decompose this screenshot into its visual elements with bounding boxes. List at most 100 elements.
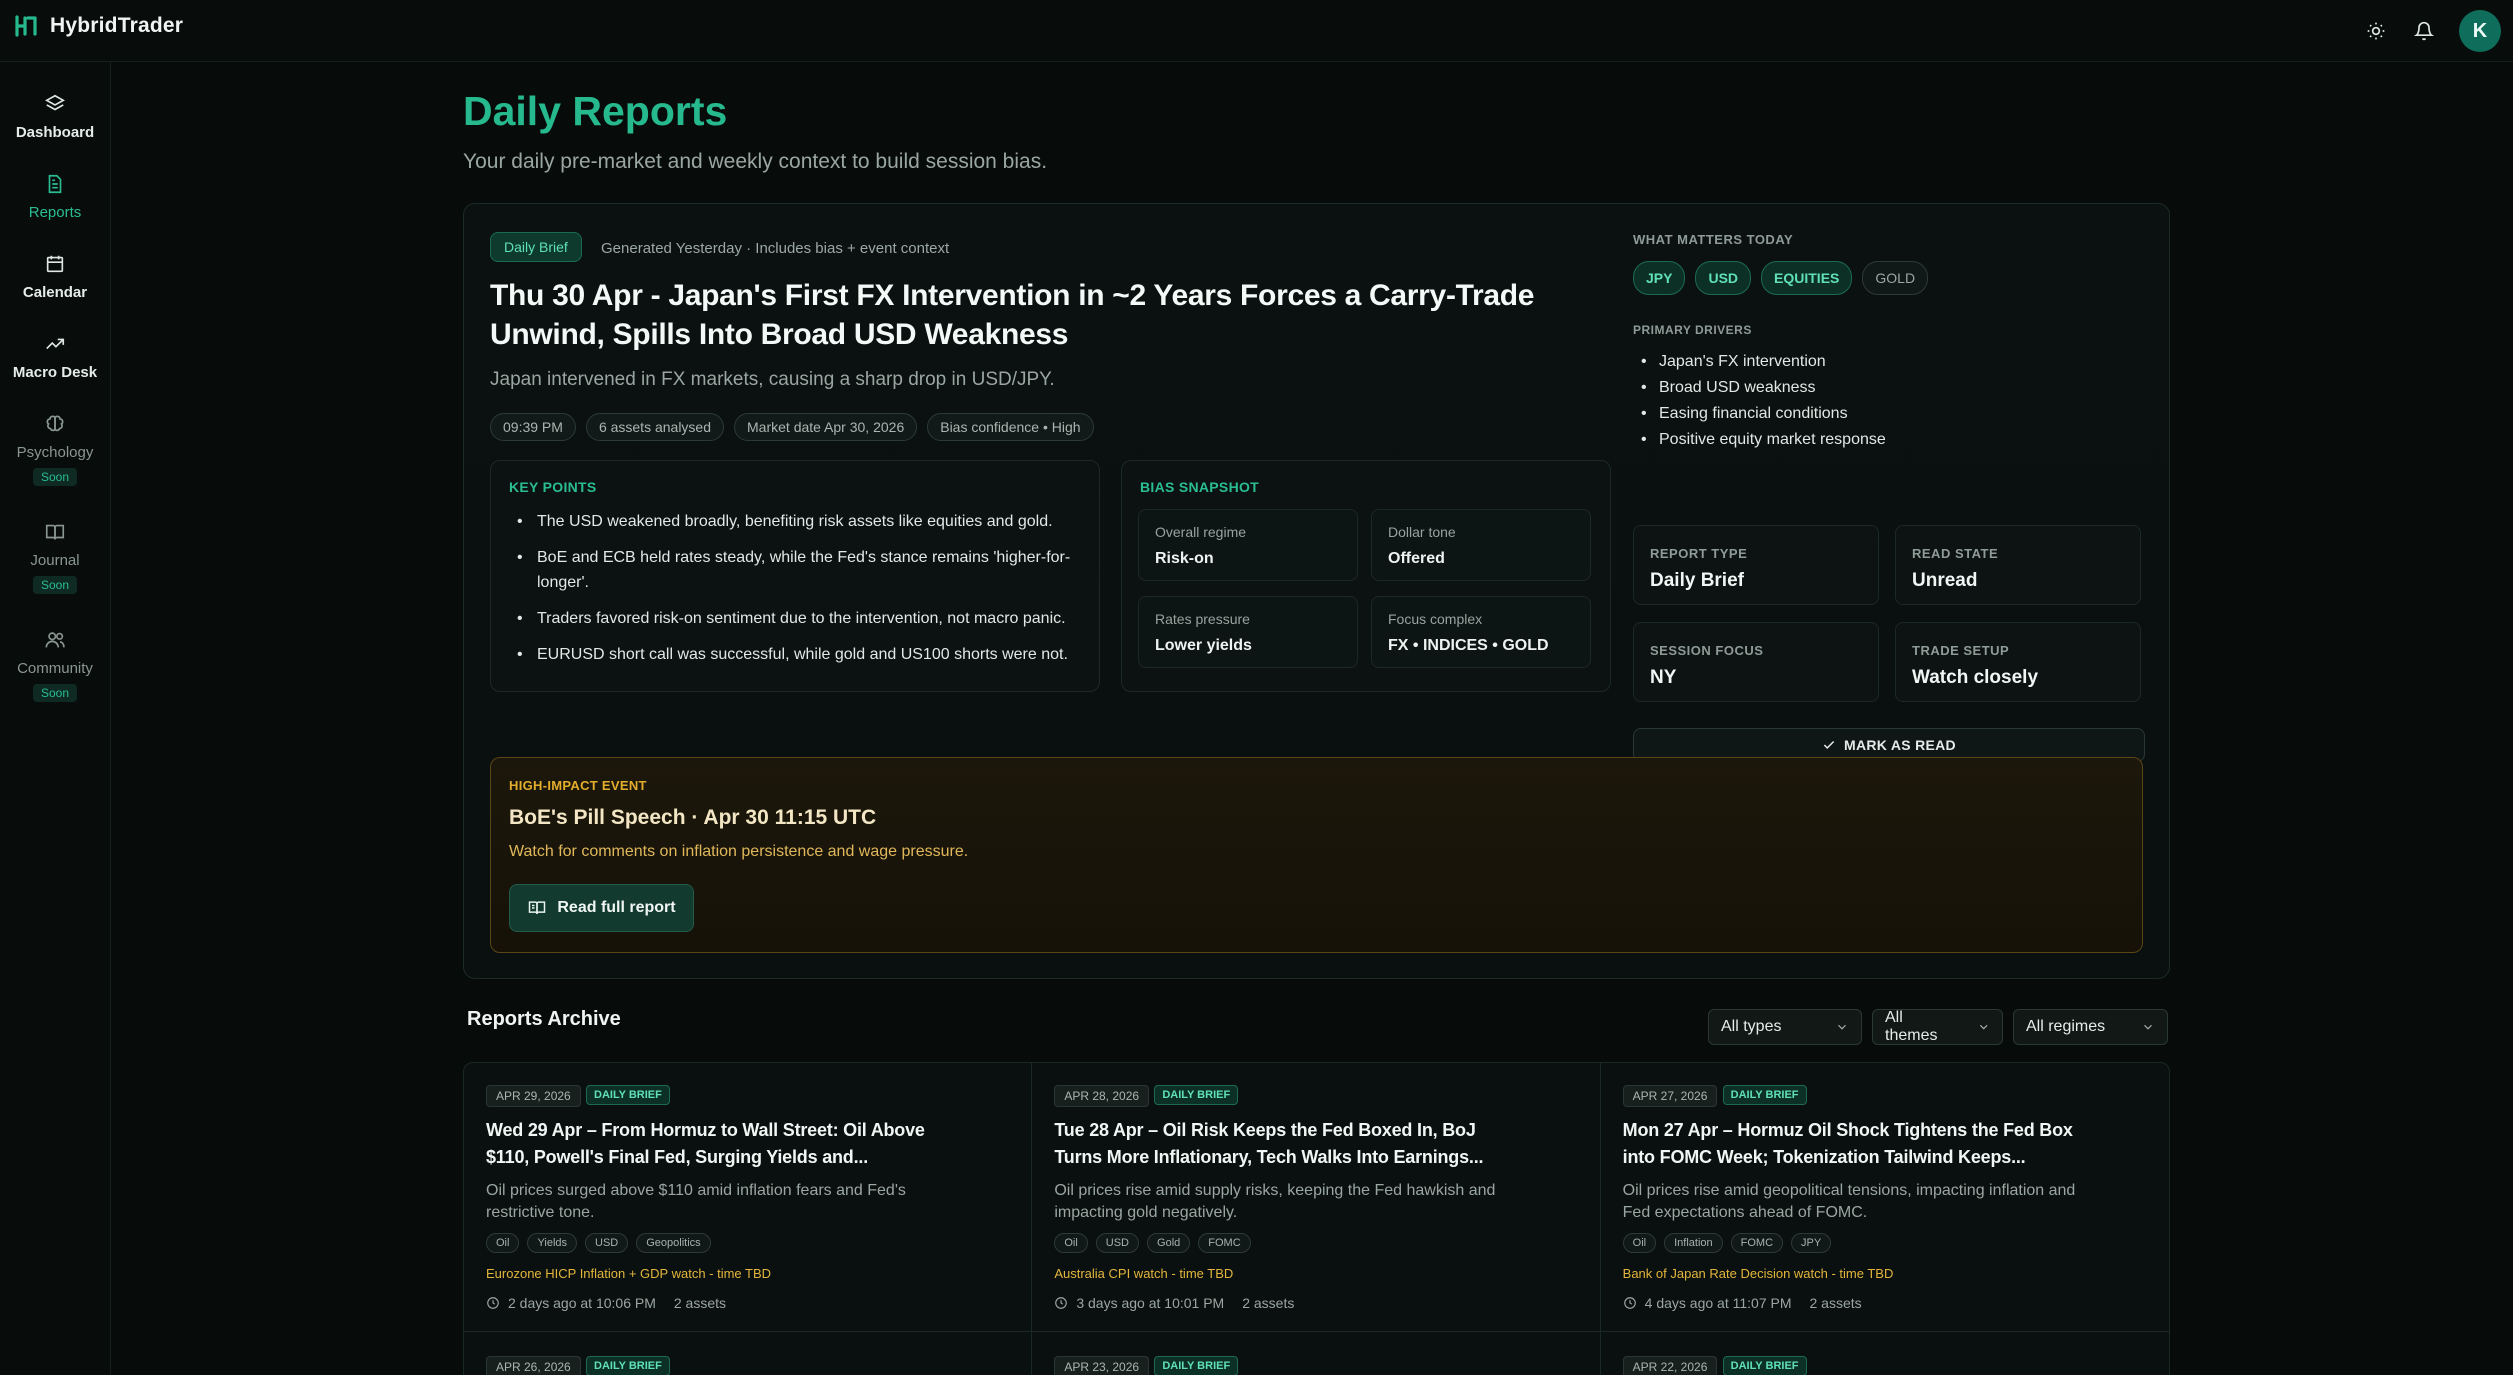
sun-icon[interactable] xyxy=(2363,18,2389,44)
read-full-report-button[interactable]: Read full report xyxy=(509,884,694,932)
chevron-down-icon xyxy=(1838,1024,1846,1030)
tag: FOMC xyxy=(1198,1233,1251,1253)
archive-tags: Oil Yields USD Geopolitics xyxy=(486,1233,711,1253)
filter-regimes-select[interactable]: All regimes xyxy=(2013,1009,2168,1045)
clock-icon xyxy=(487,1297,499,1309)
sidebar-item-label: Psychology xyxy=(16,444,94,461)
clock-icon xyxy=(1623,1297,1636,1309)
sidebar-item-macro-desk[interactable]: Macro Desk xyxy=(0,332,110,381)
sidebar-item-label: Journal xyxy=(30,552,80,569)
info-trade-setup: TRADE SETUP Watch closely xyxy=(1895,622,2141,702)
page-subtitle: Your daily pre-market and weekly context… xyxy=(463,150,1048,173)
info-label: READ STATE xyxy=(1912,546,1999,561)
bias-label: Focus complex xyxy=(1388,611,1483,627)
tag: Oil xyxy=(486,1233,520,1253)
sidebar-item-psychology[interactable]: Psychology Soon xyxy=(0,412,110,486)
info-read-state: READ STATE Unread xyxy=(1895,525,2141,605)
meta-assets: 6 assets analysed xyxy=(585,413,725,441)
archive-title-text[interactable]: Mon 27 Apr – Hormuz Oil Shock Tightens t… xyxy=(1623,1117,2093,1171)
sidebar-item-label: Dashboard xyxy=(15,124,95,141)
archive-card[interactable]: APR 22, 2026 DAILY BRIEF xyxy=(1600,1331,2169,1375)
what-matters-label: WHAT MATTERS TODAY xyxy=(1633,232,1794,247)
archive-date: APR 23, 2026 xyxy=(1054,1356,1150,1375)
archive-tags: Oil USD Gold FOMC xyxy=(1054,1233,1251,1253)
event-label: HIGH-IMPACT EVENT xyxy=(509,778,647,793)
info-label: REPORT TYPE xyxy=(1650,546,1748,561)
layers-icon xyxy=(43,92,67,116)
tag-jpy[interactable]: JPY xyxy=(1633,261,1686,295)
filter-value: All themes xyxy=(1885,1009,1938,1044)
archive-type-badge: DAILY BRIEF xyxy=(1722,1356,1807,1375)
bias-label: Dollar tone xyxy=(1388,524,1456,540)
sidebar-item-label: Community xyxy=(17,660,93,677)
report-type-badge: Daily Brief xyxy=(490,232,582,262)
archive-date: APR 22, 2026 xyxy=(1622,1356,1718,1375)
bell-icon[interactable] xyxy=(2411,18,2437,44)
tag-gold[interactable]: GOLD xyxy=(1862,261,1929,295)
archive-type-badge: DAILY BRIEF xyxy=(586,1085,670,1105)
tag-usd[interactable]: USD xyxy=(1695,261,1752,295)
generated-info: Generated Yesterday · Includes bias + ev… xyxy=(601,240,950,257)
sidebar-item-journal[interactable]: Journal Soon xyxy=(0,520,110,594)
archive-type-badge: DAILY BRIEF xyxy=(1154,1356,1239,1375)
report-side-panel: WHAT MATTERS TODAY JPY USD EQUITIES GOLD… xyxy=(1633,232,2145,762)
filter-types-select[interactable]: All types xyxy=(1708,1009,1862,1045)
sidebar-item-community[interactable]: Community Soon xyxy=(0,628,110,702)
archive-footer: 3 days ago at 10:01 PM 2 assets xyxy=(1054,1295,1294,1311)
clock-icon xyxy=(1055,1297,1068,1309)
archive-date: APR 28, 2026 xyxy=(1054,1085,1150,1107)
soon-badge: Soon xyxy=(32,576,78,594)
bias-value: FX • INDICES • GOLD xyxy=(1388,637,1549,654)
archive-card[interactable]: APR 27, 2026 DAILY BRIEF Mon 27 Apr – Ho… xyxy=(1600,1063,2169,1375)
brain-icon xyxy=(43,412,67,436)
archive-footer: 4 days ago at 11:07 PM 2 assets xyxy=(1623,1295,1862,1311)
app-logo[interactable]: HybridTrader xyxy=(14,14,183,38)
tag: Oil xyxy=(1054,1233,1088,1253)
archive-card[interactable]: APR 28, 2026 DAILY BRIEF Tue 28 Apr – Oi… xyxy=(1032,1063,1601,1375)
bias-snapshot-label: BIAS SNAPSHOT xyxy=(1140,479,1260,495)
archive-filters: All types All themes All regimes xyxy=(1708,1009,2168,1045)
sidebar-item-label: Calendar xyxy=(22,284,88,301)
tag: Oil xyxy=(1622,1233,1657,1253)
archive-time: 3 days ago at 10:01 PM xyxy=(1076,1295,1225,1311)
tag: USD xyxy=(1095,1233,1140,1253)
archive-title: Reports Archive xyxy=(467,1008,621,1030)
info-label: SESSION FOCUS xyxy=(1650,643,1764,658)
archive-summary: Oil prices surged above $110 amid inflat… xyxy=(486,1182,906,1221)
archive-type-badge: DAILY BRIEF xyxy=(1154,1085,1239,1105)
tag-equities[interactable]: EQUITIES xyxy=(1761,261,1853,295)
archive-title-text[interactable]: Wed 29 Apr – From Hormuz to Wall Street:… xyxy=(486,1117,956,1171)
bias-rates-pressure: Rates pressure Lower yields xyxy=(1138,596,1358,668)
filter-themes-select[interactable]: All themes xyxy=(1872,1009,2003,1045)
report-headline[interactable]: Thu 30 Apr - Japan's First FX Interventi… xyxy=(490,276,1570,354)
sidebar-item-label: Macro Desk xyxy=(12,364,98,381)
list-item: Broad USD weakness xyxy=(1633,375,2145,401)
page-title: Daily Reports xyxy=(463,88,728,134)
sidebar: Dashboard Reports Calendar Macro Desk Ps… xyxy=(0,62,111,1375)
bias-value: Risk-on xyxy=(1155,550,1214,567)
archive-tags: Oil Inflation FOMC JPY xyxy=(1622,1233,1832,1253)
archive-date: APR 29, 2026 xyxy=(486,1085,581,1107)
list-item: Traders favored risk-on sentiment due to… xyxy=(513,606,1093,631)
archive-card[interactable]: APR 26, 2026 DAILY BRIEF xyxy=(464,1331,1032,1375)
app-name: HybridTrader xyxy=(50,14,184,37)
primary-drivers-label: PRIMARY DRIVERS xyxy=(1633,323,1752,337)
mark-as-read-label: MARK AS READ xyxy=(1844,737,1956,753)
tag: JPY xyxy=(1791,1233,1832,1253)
soon-badge: Soon xyxy=(32,468,78,486)
archive-date: APR 26, 2026 xyxy=(486,1356,581,1375)
info-value: Watch closely xyxy=(1912,667,2039,688)
bias-snapshot-panel: BIAS SNAPSHOT Overall regime Risk-on Dol… xyxy=(1121,460,1611,692)
sidebar-item-reports[interactable]: Reports xyxy=(0,172,110,221)
what-matters-tags: JPY USD EQUITIES GOLD xyxy=(1633,261,2145,295)
meta-time: 09:39 PM xyxy=(490,413,576,441)
archive-card[interactable]: APR 23, 2026 DAILY BRIEF xyxy=(1032,1331,1600,1375)
archive-assets: 2 assets xyxy=(1242,1295,1295,1311)
sidebar-item-dashboard[interactable]: Dashboard xyxy=(0,92,110,141)
top-bar: HybridTrader K xyxy=(0,0,2513,62)
archive-title-text[interactable]: Tue 28 Apr – Oil Risk Keeps the Fed Boxe… xyxy=(1054,1117,1524,1171)
avatar[interactable]: K xyxy=(2459,10,2501,52)
list-item: BoE and ECB held rates steady, while the… xyxy=(513,545,1093,595)
archive-card[interactable]: APR 29, 2026 DAILY BRIEF Wed 29 Apr – Fr… xyxy=(464,1063,1033,1375)
sidebar-item-calendar[interactable]: Calendar xyxy=(0,252,110,301)
